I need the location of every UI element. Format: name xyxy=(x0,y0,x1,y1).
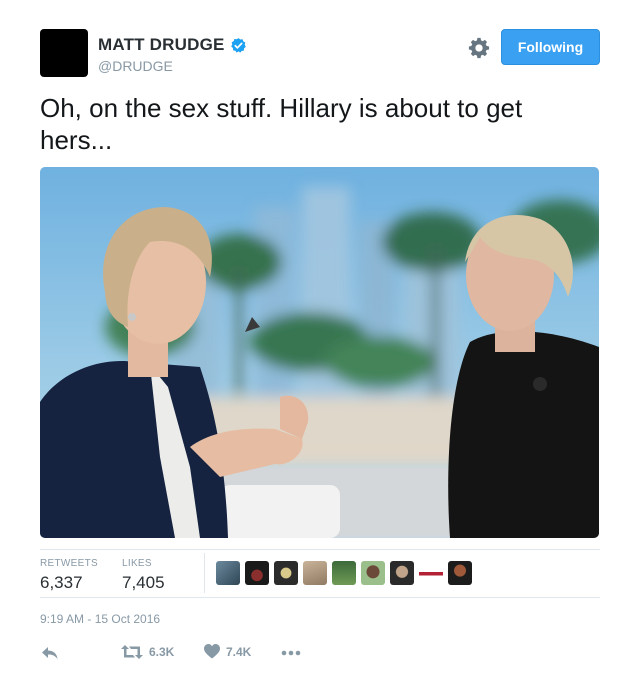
likes-count: 7,405 xyxy=(122,573,165,592)
retweet-button[interactable]: 6.3K xyxy=(121,644,174,660)
more-icon xyxy=(281,650,301,656)
likes-stat[interactable]: LIKES 7,405 xyxy=(122,558,165,593)
liker-avatar[interactable] xyxy=(448,561,472,585)
stats-bottom-divider xyxy=(40,597,600,598)
tweet-timestamp[interactable]: 9:19 AM - 15 Oct 2016 xyxy=(40,612,160,626)
reply-button[interactable] xyxy=(42,646,64,660)
verified-badge-icon xyxy=(230,37,246,53)
tweet-actions: 6.3K 7.4K xyxy=(0,644,637,664)
more-button[interactable] xyxy=(281,650,307,656)
retweets-count: 6,337 xyxy=(40,573,83,592)
tweet-text: Oh, on the sex stuff. Hillary is about t… xyxy=(40,93,523,155)
liker-avatar[interactable] xyxy=(245,561,269,585)
like-count: 7.4K xyxy=(226,644,252,659)
liker-avatar[interactable] xyxy=(361,561,385,585)
likes-label: LIKES xyxy=(122,558,152,569)
following-button[interactable]: Following xyxy=(501,29,600,65)
display-name[interactable]: MATT DRUDGE xyxy=(98,35,225,55)
retweets-stat[interactable]: RETWEETS 6,337 xyxy=(40,558,98,593)
stats-top-divider xyxy=(40,549,600,550)
reply-icon xyxy=(42,647,58,659)
like-button[interactable]: 7.4K xyxy=(204,644,251,659)
liker-avatar[interactable] xyxy=(216,561,240,585)
liker-avatar[interactable] xyxy=(332,561,356,585)
stats-separator xyxy=(204,553,205,593)
liker-avatar[interactable] xyxy=(419,561,443,585)
user-name-row[interactable]: MATT DRUDGE xyxy=(98,35,247,55)
avatar[interactable] xyxy=(40,29,88,77)
liker-avatar[interactable] xyxy=(274,561,298,585)
user-handle[interactable]: @DRUDGE xyxy=(98,58,173,74)
retweet-count: 6.3K xyxy=(149,645,175,659)
heart-icon xyxy=(204,644,220,659)
interview-photo-illustration xyxy=(40,167,599,538)
retweets-label: RETWEETS xyxy=(40,558,98,569)
gear-icon[interactable] xyxy=(468,37,490,59)
liker-avatar[interactable] xyxy=(303,561,327,585)
retweet-icon xyxy=(121,645,143,659)
tweet-photo[interactable] xyxy=(40,167,599,538)
liker-avatar[interactable] xyxy=(390,561,414,585)
liker-avatars xyxy=(216,561,477,585)
